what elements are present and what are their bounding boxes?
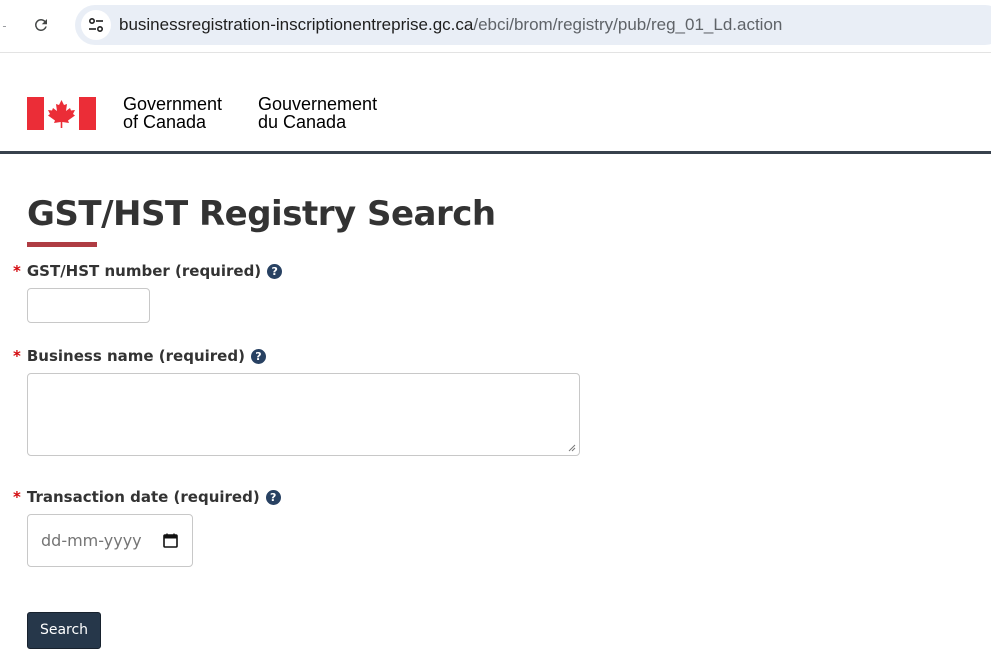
signature-fr-line2: du Canada	[258, 112, 347, 132]
help-icon[interactable]: ?	[265, 489, 281, 505]
title-accent-bar	[27, 242, 97, 247]
url-domain: businessregistration-inscriptionentrepri…	[119, 15, 474, 34]
url-path: /ebci/brom/registry/pub/reg_01_Ld.action	[473, 15, 783, 34]
business-name-label: * Business name (required) ?	[13, 346, 266, 366]
page-title: GST/HST Registry Search	[27, 194, 496, 234]
reload-icon	[35, 18, 47, 31]
signature-english[interactable]: Government of Canada	[123, 95, 222, 131]
search-button[interactable]: Search	[27, 612, 101, 649]
header-divider	[0, 151, 991, 154]
canada-flag-icon	[27, 97, 96, 130]
date-placeholder: dd-mm-yyyy	[41, 531, 142, 550]
signature-en-line2: of Canada	[123, 112, 207, 132]
gst-number-label-text: GST/HST number (required)	[26, 262, 262, 280]
signature-french[interactable]: Gouvernement du Canada	[258, 95, 377, 131]
gst-number-label: * GST/HST number (required) ?	[13, 261, 283, 281]
required-marker: *	[13, 347, 21, 365]
help-icon[interactable]: ?	[267, 263, 283, 279]
required-marker: *	[13, 488, 21, 506]
site-info-icon	[88, 17, 104, 33]
business-name-label-text: Business name (required)	[26, 347, 245, 365]
reload-button[interactable]	[26, 10, 56, 40]
resize-handle-icon[interactable]	[568, 444, 576, 452]
url-text[interactable]: businessregistration-inscriptionentrepri…	[119, 5, 782, 45]
back-arrow-icon[interactable]: →	[0, 17, 6, 31]
signature-fr-line1: Gouvernement	[258, 94, 378, 114]
browser-toolbar: → businessregistration-inscriptionentrep…	[0, 0, 991, 53]
transaction-date-label-text: Transaction date (required)	[26, 488, 260, 506]
gst-number-input[interactable]	[27, 288, 150, 323]
transaction-date-input[interactable]: dd-mm-yyyy	[27, 514, 193, 567]
gc-header: Government of Canada Gouvernement du Can…	[0, 53, 991, 152]
required-marker: *	[13, 262, 21, 280]
help-icon[interactable]: ?	[250, 348, 266, 364]
calendar-icon[interactable]	[163, 533, 178, 548]
business-name-textarea[interactable]	[27, 373, 580, 456]
transaction-date-label: * Transaction date (required) ?	[13, 487, 281, 507]
address-bar[interactable]: businessregistration-inscriptionentrepri…	[75, 5, 991, 45]
site-info-button[interactable]	[81, 10, 111, 40]
signature-en-line1: Government	[123, 94, 223, 114]
